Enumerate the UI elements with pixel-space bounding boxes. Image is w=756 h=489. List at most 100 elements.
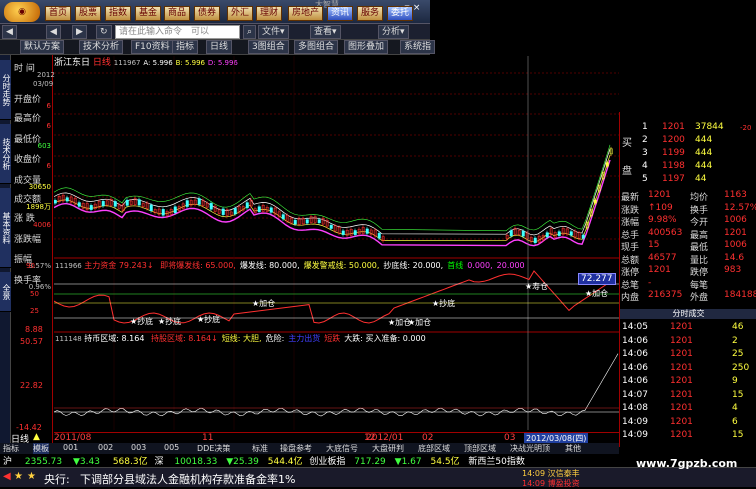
- command-toolbar: ◀ ◀ ▶ ↻ 请在此输入命令 可以 ⌕ 文件▾ 查看▾ 分析▾: [0, 24, 430, 40]
- candle-body: [77, 202, 81, 207]
- nav-button-2[interactable]: 指数: [105, 6, 132, 21]
- analysis-toolbar-button-2[interactable]: F10资料: [131, 40, 174, 54]
- search-icon[interactable]: ⌕: [243, 25, 257, 39]
- news-headline[interactable]: 下调部分县域法人金融机构存款准备金率1%: [80, 471, 295, 487]
- ind1-name: 主力资金: [84, 261, 117, 270]
- side-tab-3[interactable]: 全景: [0, 272, 11, 312]
- signal-text: 加仓: [592, 289, 609, 298]
- analysis-toolbar-button-8[interactable]: 系统指: [400, 40, 436, 54]
- candle-body: [557, 231, 561, 236]
- nav-button-8[interactable]: 房地产: [288, 6, 324, 21]
- nav-button-3[interactable]: 基金: [135, 6, 162, 21]
- nav-button-10[interactable]: 服务: [357, 6, 384, 21]
- nav-button-4[interactable]: 商品: [164, 6, 191, 21]
- analysis-toolbar-button-5[interactable]: 3图组合: [248, 40, 289, 54]
- refresh-icon[interactable]: ↻: [96, 25, 112, 39]
- template-tab-9[interactable]: 大底信号: [326, 443, 358, 454]
- ind1-item-5: 0.000,: [467, 261, 493, 270]
- order-volume: 444: [695, 135, 713, 145]
- template-tab-13[interactable]: 决战光明顶: [510, 443, 550, 454]
- analysis-toolbar-button-7[interactable]: 图形叠加: [344, 40, 389, 54]
- stat-label: 现手: [621, 243, 640, 253]
- change-label: 涨 跌: [14, 214, 35, 224]
- sz-value: 10018.33: [174, 457, 218, 467]
- tick-price: 1201: [670, 389, 693, 400]
- order-level: 4: [642, 161, 648, 171]
- indicator2-header: 111148 持币区域: 8.164 持股区域: 8.164↓ 短线: 大胆, 危险…: [55, 333, 426, 344]
- template-tab-5[interactable]: 005: [164, 443, 179, 452]
- menu-view[interactable]: 查看▾: [310, 25, 341, 39]
- main-kline-chart[interactable]: [54, 56, 619, 430]
- stat-value-2: 12.57%: [724, 202, 756, 213]
- stat-value-2: 14.6: [724, 252, 745, 263]
- template-tab-8[interactable]: 操盘参考: [280, 443, 312, 454]
- menu-analysis[interactable]: 分析▾: [378, 25, 409, 39]
- ind2-code: 111148: [55, 335, 82, 343]
- menu-file[interactable]: 文件▾: [258, 25, 289, 39]
- ind2-item-0: 持股区域: 8.164↓: [150, 334, 218, 343]
- period-switch-arrow-icon[interactable]: ▲: [33, 432, 40, 442]
- nav-button-6[interactable]: 外汇: [227, 6, 254, 21]
- template-tab-10[interactable]: 大盘研判: [372, 443, 404, 454]
- template-tab-4[interactable]: 003: [131, 443, 146, 452]
- right-arrow-button[interactable]: ▶: [72, 25, 87, 39]
- nav-button-11[interactable]: 委托: [387, 6, 414, 21]
- stat-label-2: 量比: [690, 255, 709, 266]
- template-tab-1[interactable]: 模板: [33, 443, 49, 454]
- template-tab-14[interactable]: 其他: [565, 443, 581, 454]
- command-input[interactable]: 请在此输入命令 可以: [115, 25, 240, 39]
- tick-volume: 46: [732, 322, 744, 332]
- sh-amount: 568.3亿: [112, 457, 148, 467]
- analysis-toolbar-button-1[interactable]: 技术分析: [79, 40, 124, 54]
- template-tab-7[interactable]: 标准: [252, 443, 268, 454]
- signal-text: 加仓: [259, 299, 276, 308]
- candle-body: [161, 209, 165, 216]
- tick-price: 1201: [670, 335, 693, 346]
- nav-button-1[interactable]: 股票: [75, 6, 102, 21]
- nav-button-7[interactable]: 理财: [256, 6, 283, 21]
- ind2-item-1: 短线: 大胆,: [221, 334, 262, 343]
- signal-marker: ★抄底: [197, 314, 220, 325]
- nav-button-5[interactable]: 债券: [194, 6, 221, 21]
- template-tab-0[interactable]: 指标: [3, 443, 19, 454]
- candle-body: [269, 207, 273, 213]
- tick-time: 14:09: [622, 416, 648, 427]
- stat-value: 1201: [648, 190, 671, 200]
- change-pct-label: 涨跌幅: [14, 235, 42, 245]
- order-volume: 444: [695, 148, 713, 158]
- stat-label-2: 换手: [690, 205, 709, 216]
- news-arrow-icon[interactable]: ◀: [3, 471, 11, 482]
- ind2-item-5: 大跌: 买入准备: 0.000: [344, 334, 426, 343]
- stat-label: 涨停: [621, 268, 640, 278]
- candle-body: [365, 228, 369, 234]
- tick-time: 14:05: [622, 322, 648, 332]
- signal-text: 寿仓: [532, 282, 549, 291]
- open-label: 开盘价: [14, 95, 42, 105]
- order-volume: 37844: [695, 122, 724, 132]
- tick-price: 1201: [670, 416, 693, 427]
- analysis-toolbar-button-3[interactable]: 指标: [172, 40, 199, 54]
- analysis-toolbar: 默认方案 技术分析 F10资料 指标 日线 3图组合 多图组合 图形叠加 系统指: [0, 40, 436, 55]
- alert-2[interactable]: 14:09 博盈投资: [522, 478, 580, 489]
- side-tab-1[interactable]: 技术分析: [0, 124, 11, 184]
- template-tab-11[interactable]: 底部区域: [418, 443, 450, 454]
- left-arrow-button[interactable]: ◀: [46, 25, 61, 39]
- indicator1-value-badge: 72.277: [578, 273, 616, 285]
- template-tab-6[interactable]: DDE决策: [197, 443, 230, 454]
- tick-time: 14:06: [622, 349, 648, 359]
- stat-label-2: 均价: [690, 193, 709, 203]
- template-tab-2[interactable]: 001: [63, 443, 78, 452]
- signal-text: 抄底: [165, 317, 182, 326]
- analysis-toolbar-button-0[interactable]: 默认方案: [20, 40, 65, 54]
- template-tab-3[interactable]: 002: [98, 443, 113, 452]
- nav-button-0[interactable]: 首页: [45, 6, 72, 21]
- template-tab-12[interactable]: 顶部区域: [464, 443, 496, 454]
- analysis-toolbar-button-4[interactable]: 日线: [206, 40, 233, 54]
- signal-marker: ★抄底: [432, 298, 455, 309]
- analysis-toolbar-button-6[interactable]: 多图组合: [294, 40, 339, 54]
- side-tab-2[interactable]: 基本资料: [0, 188, 11, 268]
- back-button[interactable]: ◀: [2, 25, 17, 39]
- candle-body: [509, 230, 513, 237]
- nav-button-9[interactable]: 资讯: [327, 6, 354, 21]
- side-tab-0[interactable]: 分时走势: [0, 60, 11, 120]
